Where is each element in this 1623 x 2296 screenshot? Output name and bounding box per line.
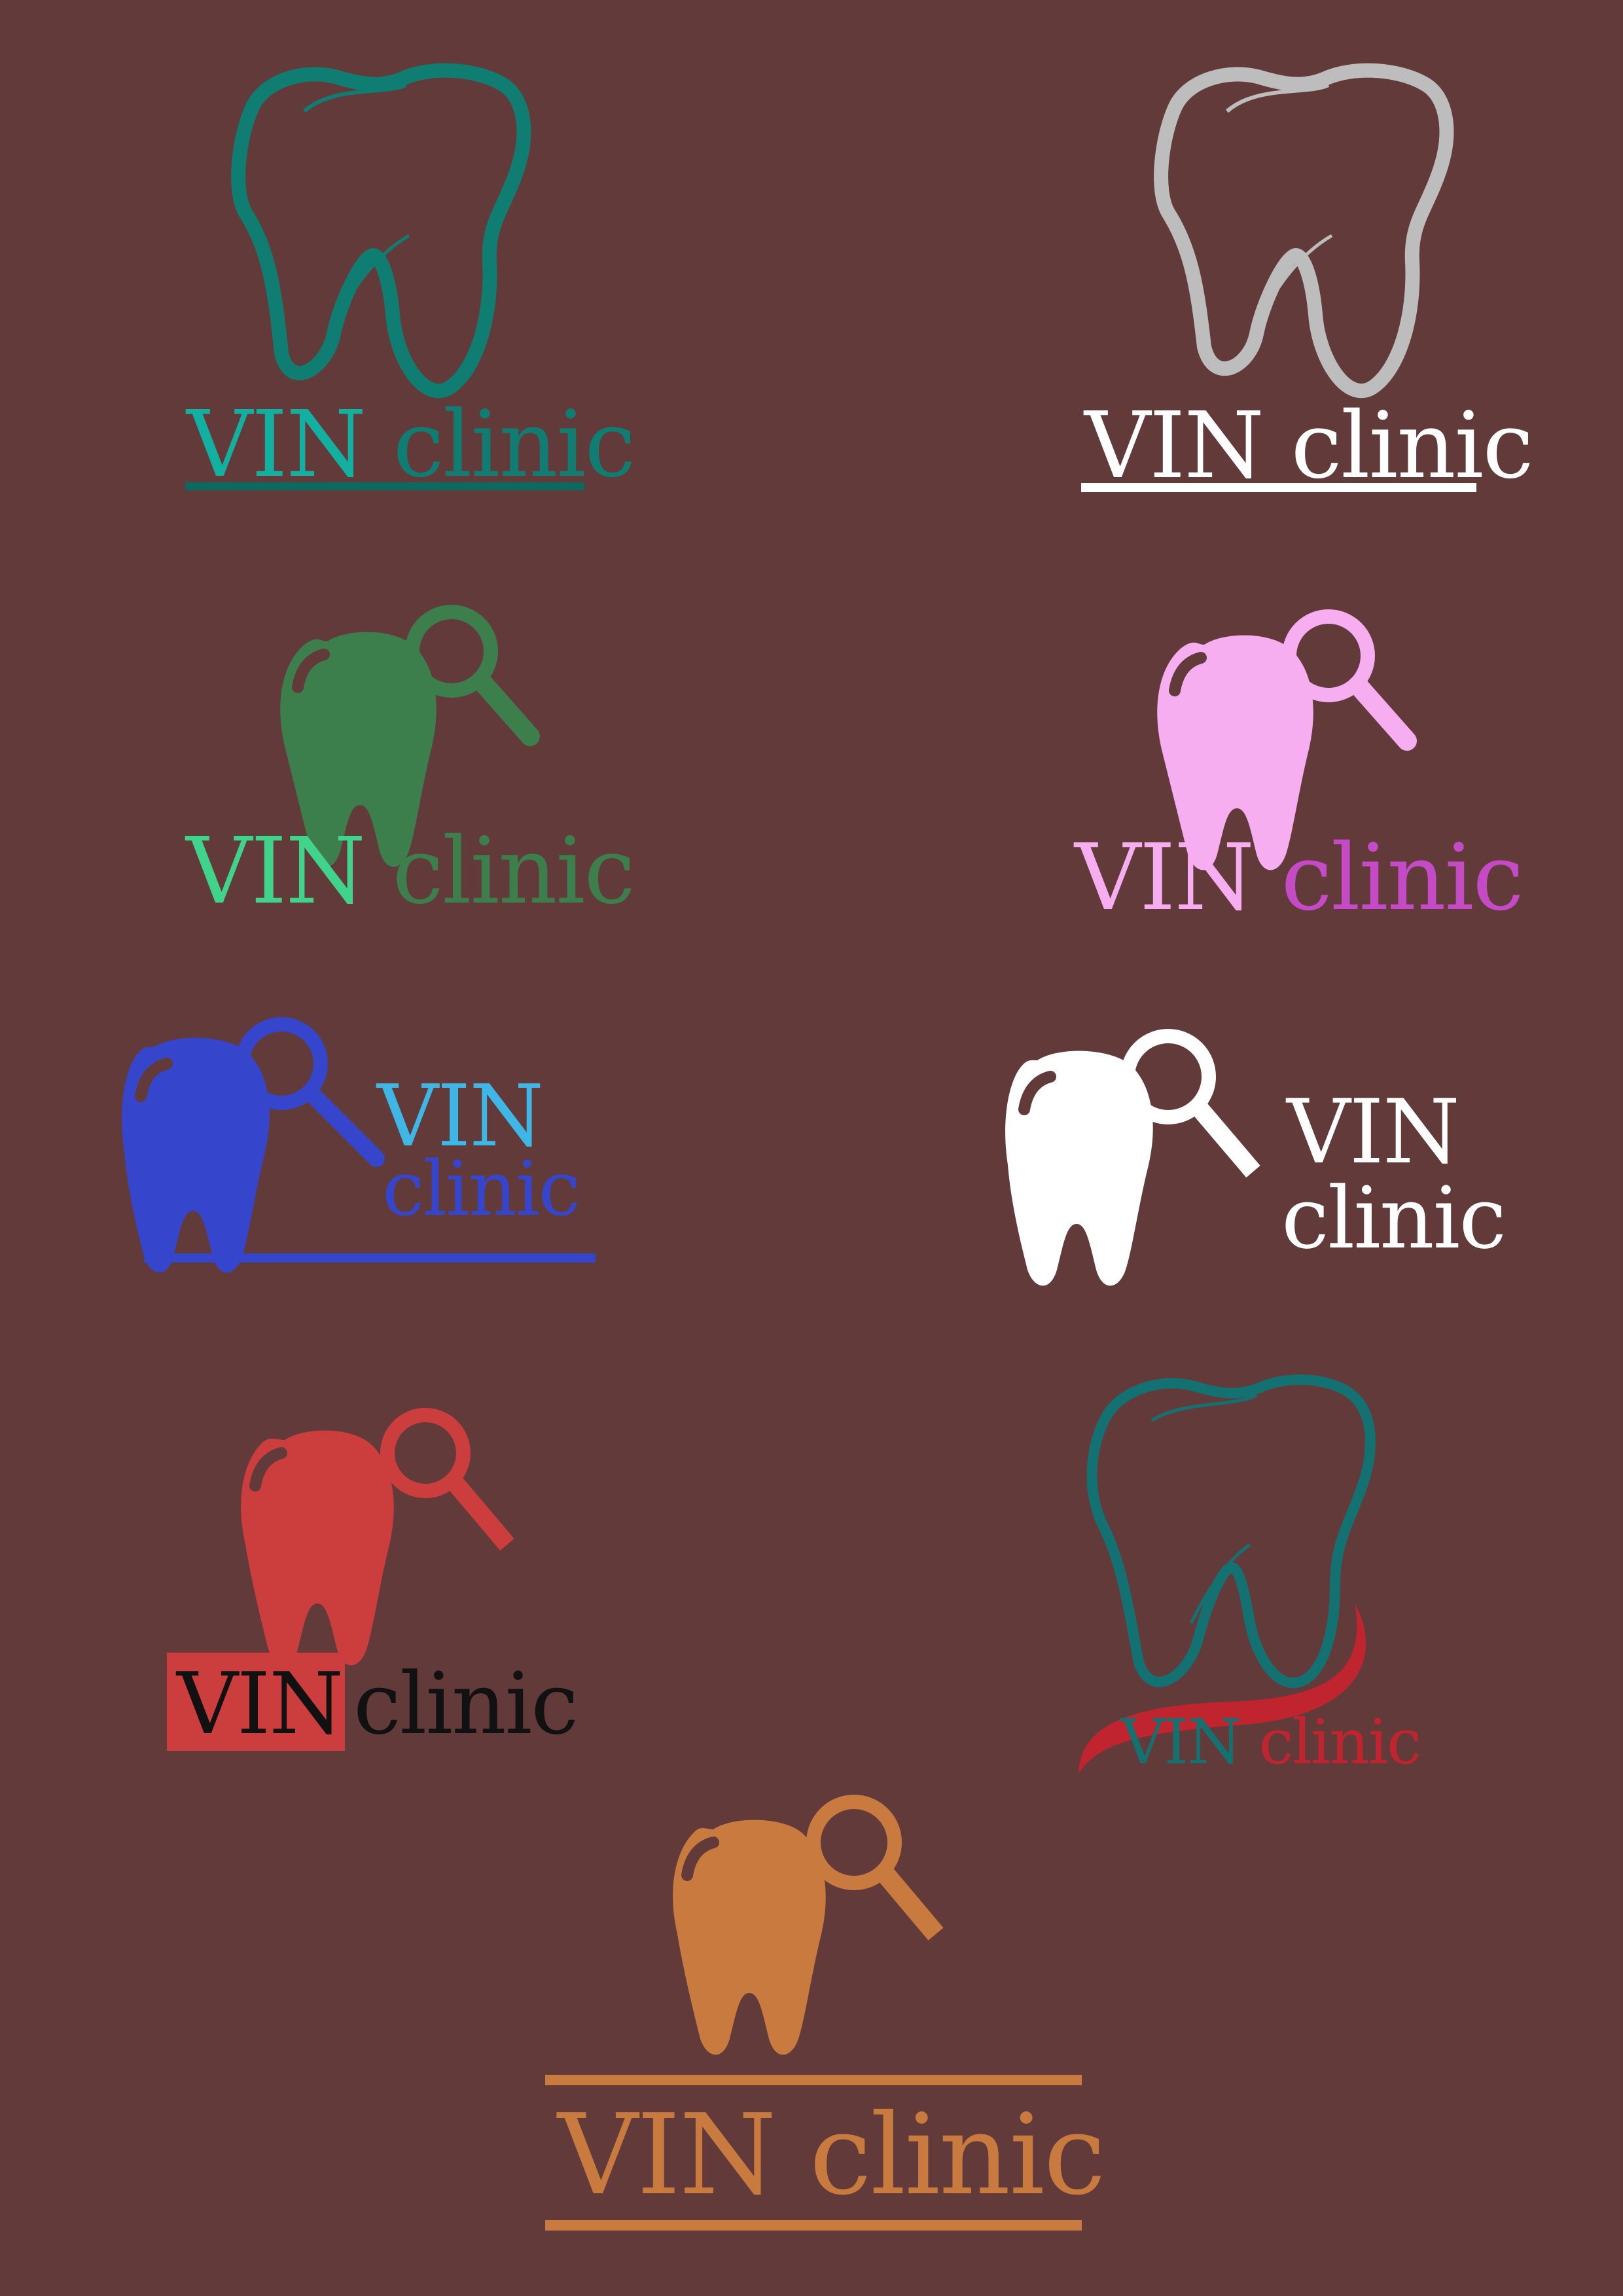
logo-silver-outline: VIN clinic bbox=[1073, 39, 1534, 497]
word-clinic: clinic bbox=[1281, 1168, 1507, 1268]
word-clinic: clinic bbox=[1258, 1706, 1421, 1778]
word-clinic: clinic bbox=[1281, 825, 1524, 931]
word-clinic: clinic bbox=[353, 1654, 579, 1753]
word-vin: VIN bbox=[186, 818, 366, 925]
logo-white-magnifier: VIN clinic bbox=[1001, 1029, 1507, 1286]
logo-teal-outline: VIN clinic bbox=[177, 39, 636, 497]
wordmark: VIN clinic bbox=[187, 399, 636, 491]
logo-green-magnifier: VIN clinic bbox=[183, 589, 635, 929]
underline-bar bbox=[185, 482, 584, 490]
word-vin: VIN bbox=[177, 1654, 344, 1753]
top-rule-bar bbox=[545, 2075, 1082, 2085]
logo-blue-magnifier: VIN clinic bbox=[118, 1017, 615, 1283]
wordmark: VIN clinic bbox=[558, 2100, 1106, 2211]
word-vin: VIN bbox=[558, 2090, 777, 2220]
underline-bar bbox=[144, 1253, 596, 1263]
wordmark: VIN clinic bbox=[186, 826, 635, 918]
wordmark: VIN clinic bbox=[1120, 1712, 1421, 1774]
word-vin: VIN bbox=[1120, 1706, 1241, 1778]
bottom-rule-bar bbox=[545, 2220, 1082, 2231]
word-vin: VIN bbox=[1287, 1081, 1460, 1183]
word-vin: VIN bbox=[1075, 825, 1255, 931]
wordmark: VIN clinic bbox=[1084, 401, 1534, 492]
logo-red-magnifier: VIN clinic bbox=[164, 1407, 579, 1761]
logo-teal-swoosh: VIN clinic bbox=[1060, 1348, 1466, 1780]
logo-pink-magnifier: VIN clinic bbox=[1073, 596, 1524, 936]
logo-orange-magnifier: VIN clinic bbox=[543, 1793, 1106, 2238]
word-clinic: clinic bbox=[809, 2090, 1106, 2220]
word-clinic: clinic bbox=[382, 1145, 580, 1233]
word-clinic: clinic bbox=[392, 818, 635, 925]
underline-bar bbox=[1081, 483, 1476, 492]
wordmark: VIN clinic bbox=[1075, 833, 1524, 924]
